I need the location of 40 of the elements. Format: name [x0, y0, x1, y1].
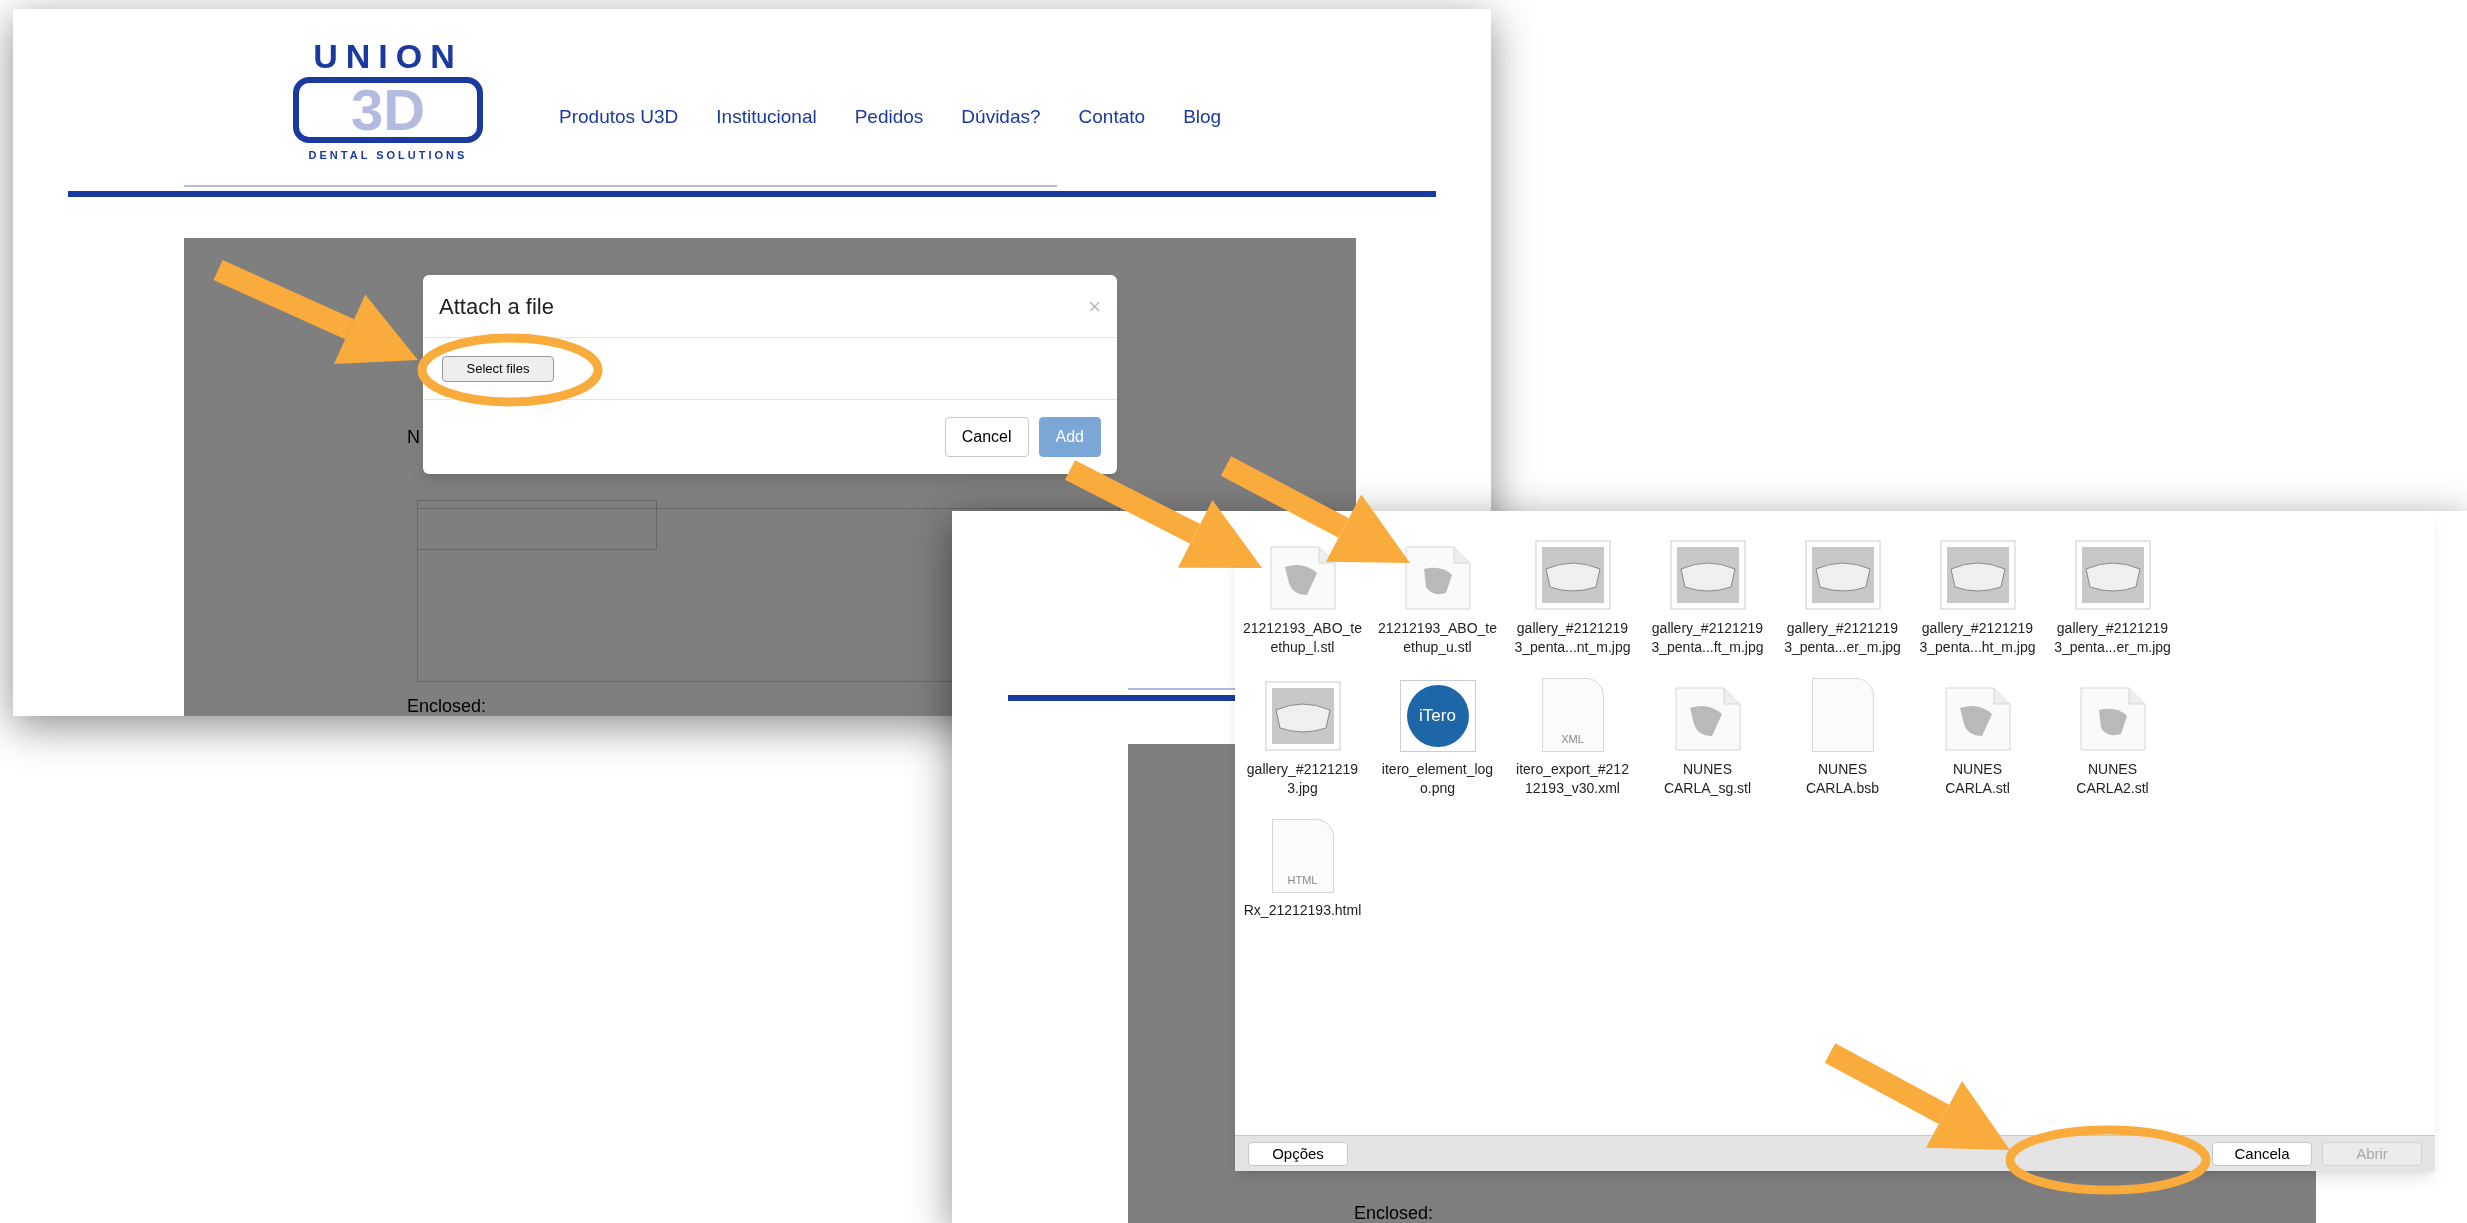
photo-thumbnail-icon: [1938, 539, 2017, 611]
logo-file-icon: iTero: [1399, 680, 1476, 752]
file-name[interactable]: itero_export_#212 12193_v30.xml: [1516, 760, 1629, 798]
photo-thumbnail-icon: [2073, 539, 2152, 611]
file-name[interactable]: NUNES CARLA2.stl: [2076, 760, 2149, 798]
nav-link[interactable]: Dúvidas?: [961, 103, 1041, 132]
file-name[interactable]: Rx_21212193.html: [1243, 901, 1362, 920]
field-label: Enclosed:: [407, 695, 487, 716]
logo: UNION 3D DENTAL SOLUTIONS: [288, 39, 488, 169]
nav-link[interactable]: Produtos U3D: [559, 103, 679, 132]
field-label: Enclosed:: [1354, 1202, 1434, 1223]
photo-thumbnail-icon: [1263, 680, 1342, 752]
nav-link[interactable]: Institucional: [716, 103, 817, 132]
field-label: N: [407, 426, 420, 449]
photo-thumbnail-icon: [1803, 539, 1882, 611]
document-file-icon: [1811, 678, 1874, 752]
file-name[interactable]: NUNES CARLA.stl: [1945, 760, 2010, 798]
dialog-button[interactable]: Opções: [1248, 1141, 1348, 1166]
select-files-button[interactable]: Select files: [442, 355, 554, 382]
file-name[interactable]: NUNES CARLA_sg.stl: [1663, 760, 1752, 798]
dialog-title: Attach a file: [439, 292, 554, 321]
file-name[interactable]: gallery_#2121219 3_penta...nt_m.jpg: [1514, 619, 1631, 657]
document-file-icon: HTML: [1271, 819, 1334, 893]
nav-link[interactable]: Contato: [1078, 103, 1146, 132]
file-name[interactable]: gallery_#2121219 3_penta...er_m.jpg: [1784, 619, 1901, 657]
dialog-button[interactable]: Cancela: [2212, 1141, 2312, 1166]
file-name[interactable]: NUNES CARLA.bsb: [1805, 760, 1880, 798]
file-name[interactable]: gallery_#2121219 3_penta...er_m.jpg: [2054, 619, 2171, 657]
nav-link[interactable]: Blog: [1183, 103, 1222, 132]
file-name[interactable]: gallery_#2121219 3.jpg: [1246, 760, 1359, 798]
document-file-icon: XML: [1541, 678, 1604, 752]
file-name[interactable]: gallery_#2121219 3_penta...ht_m.jpg: [1919, 619, 2036, 657]
file-name[interactable]: 21212193_ABO_te ethup_l.stl: [1242, 619, 1363, 657]
file-name[interactable]: 21212193_ABO_te ethup_u.stl: [1377, 619, 1498, 657]
photo-thumbnail-icon: [1668, 539, 1747, 611]
dialog-button[interactable]: Cancel: [944, 417, 1029, 457]
photo-thumbnail-icon: [1533, 539, 1612, 611]
file-name[interactable]: itero_element_log o.png: [1381, 760, 1494, 798]
file-name[interactable]: gallery_#2121219 3_penta...ft_m.jpg: [1651, 619, 1764, 657]
nav-link[interactable]: Pedidos: [854, 103, 924, 132]
